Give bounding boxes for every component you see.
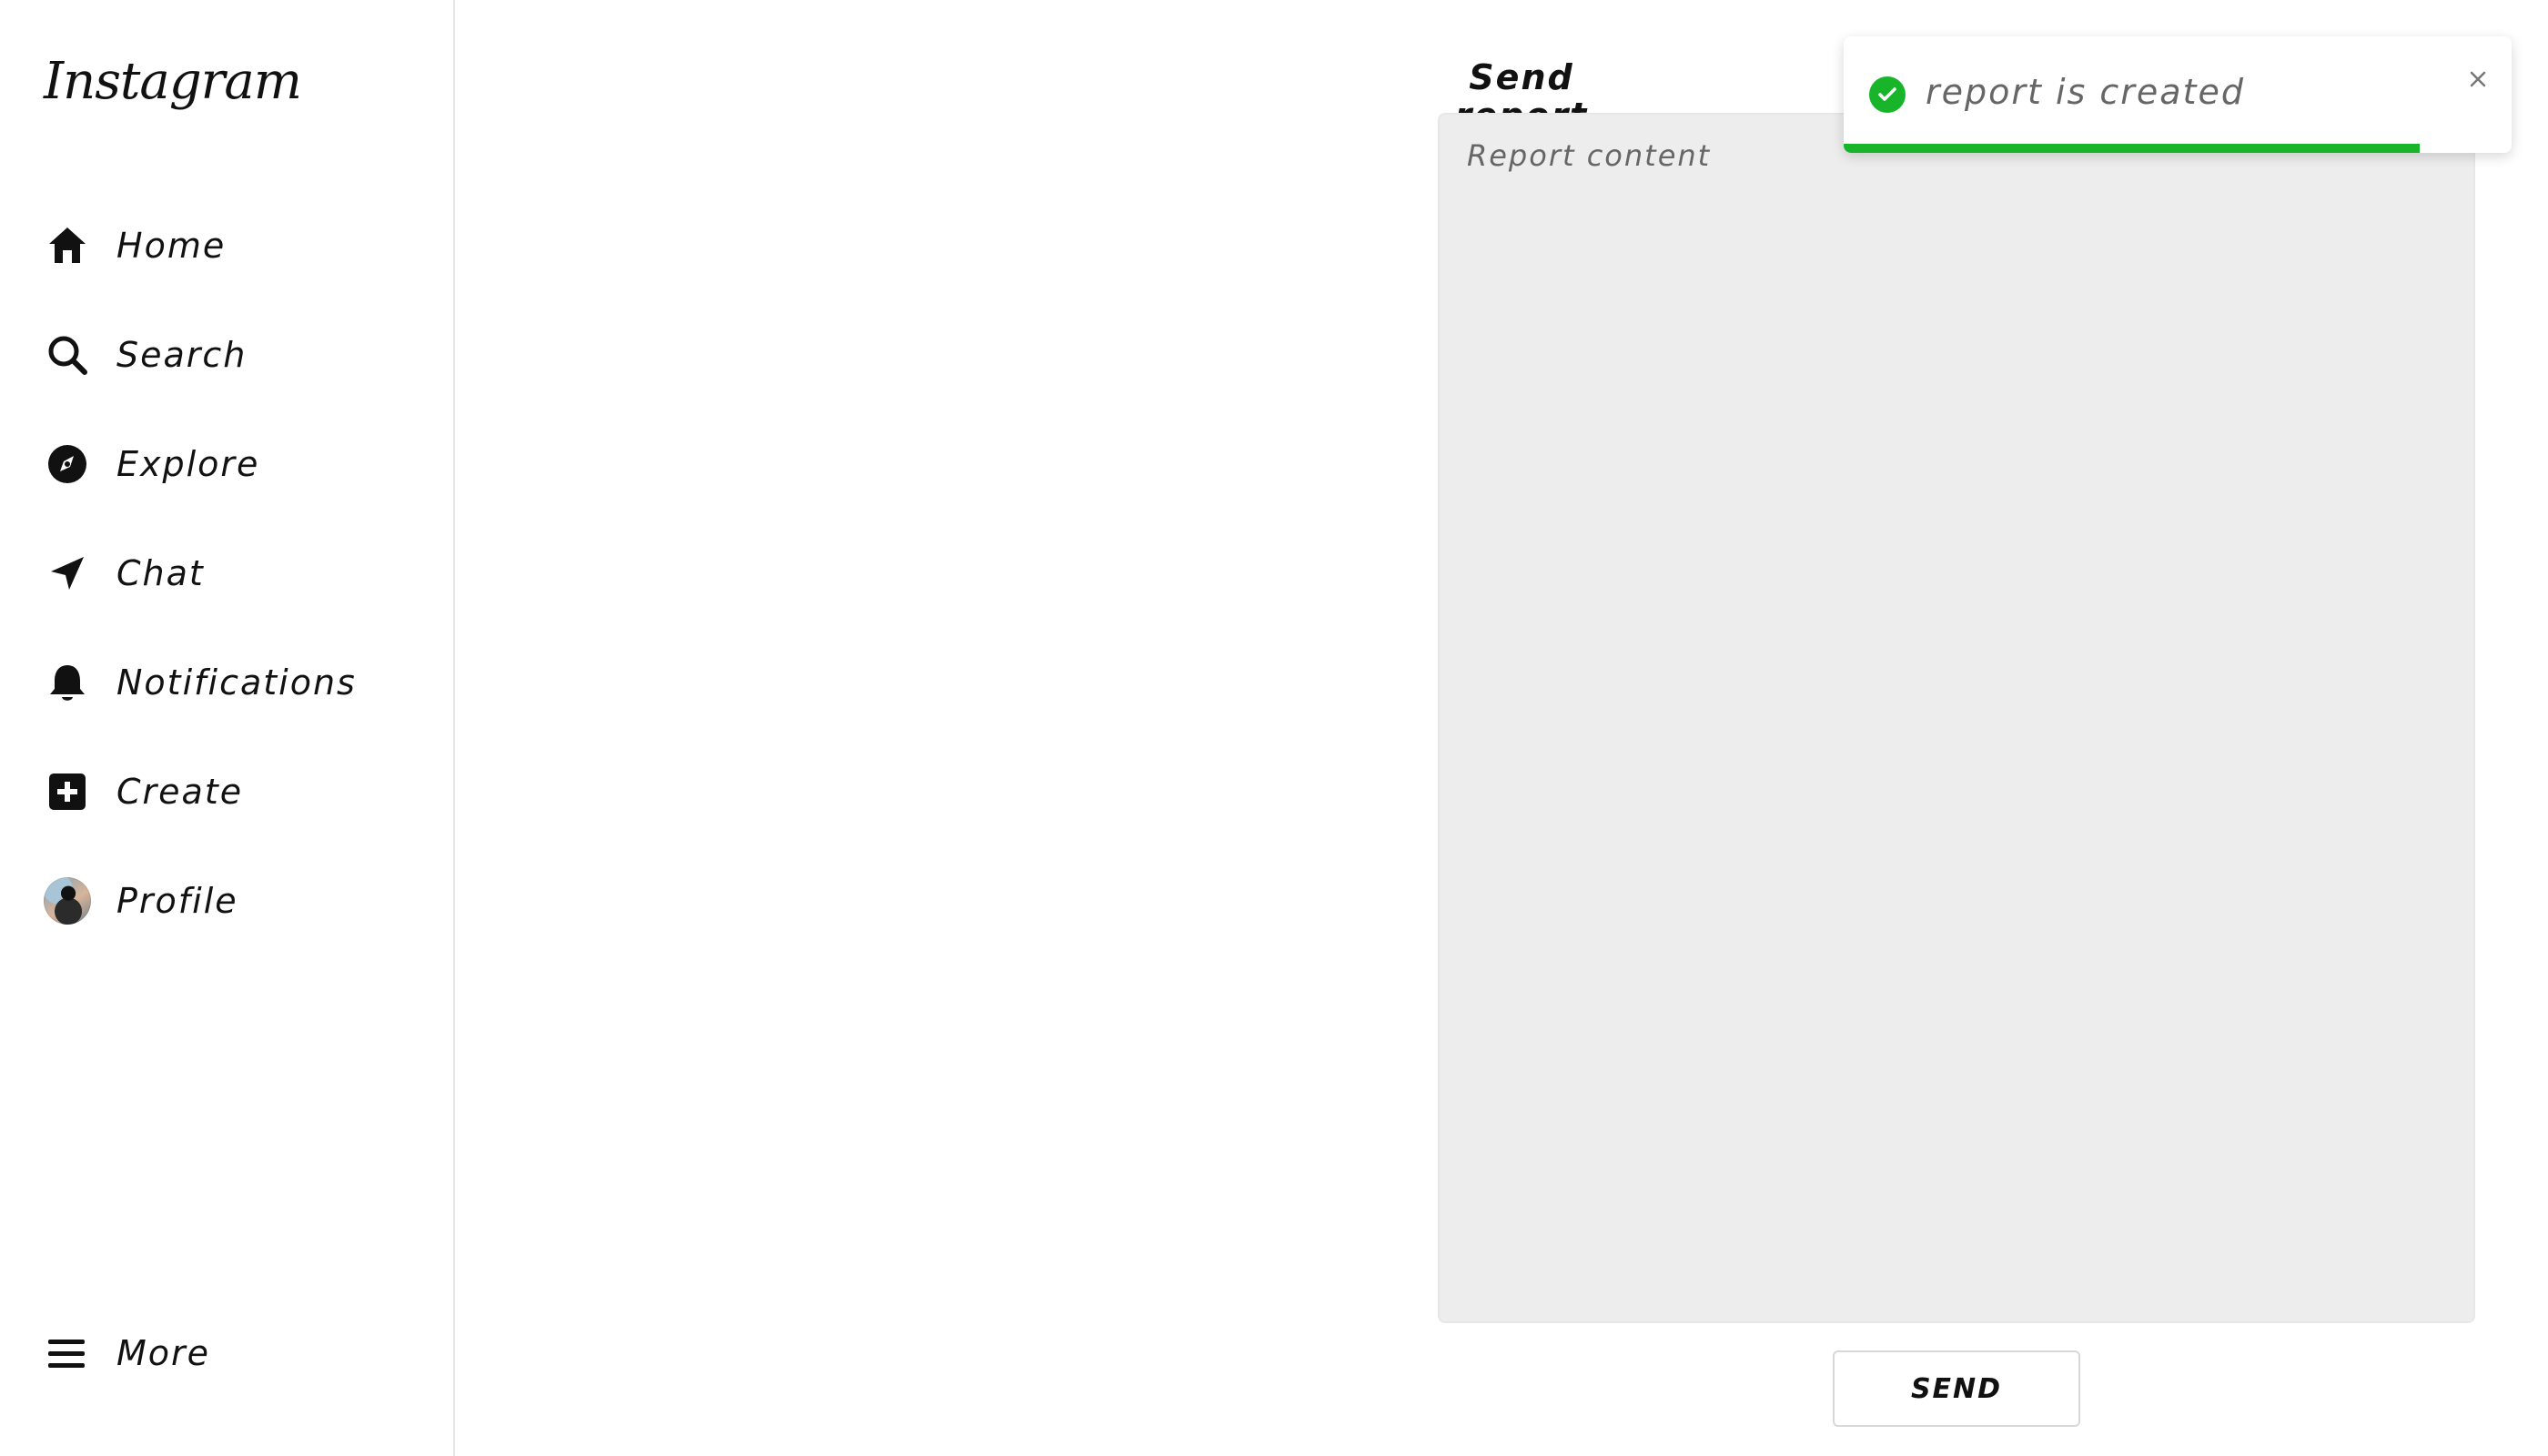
toast-progress-fill — [1844, 144, 2421, 153]
close-icon[interactable] — [2464, 66, 2492, 93]
search-icon — [44, 331, 91, 379]
menu-icon — [44, 1330, 91, 1377]
sidebar-item-label-search: Search — [116, 335, 248, 375]
sidebar-item-more[interactable]: More — [44, 1321, 210, 1385]
sidebar-item-home[interactable]: Home — [44, 191, 435, 300]
plus-square-icon — [44, 768, 91, 815]
send-icon — [44, 550, 91, 597]
sidebar-item-chat[interactable]: Chat — [44, 519, 435, 628]
instagram-logo[interactable]: Instagram — [44, 56, 302, 107]
bell-icon — [44, 659, 91, 706]
success-toast: report is created — [1844, 36, 2512, 153]
home-icon — [44, 222, 91, 269]
main-content: Send report SEND — [455, 0, 2548, 1456]
sidebar-item-explore[interactable]: Explore — [44, 410, 435, 519]
sidebar-item-label-more: More — [116, 1333, 211, 1373]
sidebar-item-label-notifications: Notifications — [116, 662, 357, 703]
toast-progress-bar — [1844, 144, 2512, 153]
sidebar-item-profile[interactable]: Profile — [44, 846, 435, 956]
send-button[interactable]: SEND — [1833, 1350, 2080, 1427]
sidebar: Instagram Home Search Explore Chat Notif… — [0, 0, 455, 1456]
sidebar-item-label-profile: Profile — [116, 881, 238, 921]
sidebar-nav: Home Search Explore Chat Notifications C… — [44, 191, 435, 956]
avatar — [44, 877, 91, 925]
sidebar-item-label-chat: Chat — [116, 553, 205, 593]
sidebar-item-notifications[interactable]: Notifications — [44, 628, 435, 737]
sidebar-item-label-explore: Explore — [116, 444, 260, 484]
sidebar-item-label-home: Home — [116, 226, 227, 266]
profile-avatar — [44, 877, 91, 925]
app-window: Instagram Home Search Explore Chat Notif… — [0, 0, 2548, 1456]
report-content-textarea[interactable] — [1438, 113, 2475, 1323]
sidebar-item-search[interactable]: Search — [44, 300, 435, 410]
check-circle-icon — [1869, 76, 1906, 113]
compass-icon — [44, 440, 91, 488]
sidebar-item-label-create: Create — [116, 772, 244, 812]
sidebar-item-create[interactable]: Create — [44, 737, 435, 846]
toast-message: report is created — [1926, 72, 2245, 112]
